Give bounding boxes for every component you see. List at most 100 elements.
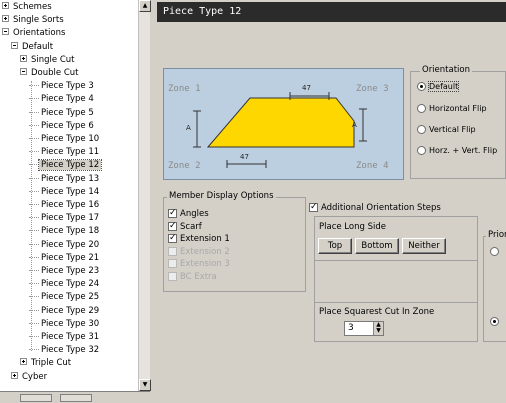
additional-steps-checkbox[interactable]: ✓ Additional Orientation Steps xyxy=(309,202,441,214)
checkbox-icon: ✓ xyxy=(309,202,318,212)
tree-item[interactable]: Piece Type 16 xyxy=(29,200,101,211)
orientation-option[interactable]: Vertical Flip xyxy=(417,124,476,136)
collapse-icon[interactable] xyxy=(20,68,27,75)
tree-item[interactable]: Piece Type 24 xyxy=(29,279,101,290)
scroll-down-icon[interactable]: ▼ xyxy=(139,379,151,391)
tree-item[interactable]: Piece Type 4 xyxy=(29,94,96,105)
priority-radio-1[interactable] xyxy=(490,246,502,258)
tree-item-label: Piece Type 10 xyxy=(41,134,100,144)
tree-item[interactable]: Piece Type 3 xyxy=(29,81,96,92)
top-button[interactable]: Top xyxy=(318,238,352,254)
member-display-legend: Member Display Options xyxy=(167,191,276,201)
radio-icon xyxy=(417,125,426,134)
priority-legend: Priorit xyxy=(486,230,506,240)
tree-tab[interactable] xyxy=(60,394,92,402)
tree-item-label: Piece Type 3 xyxy=(41,81,94,92)
spinner-arrows-icon[interactable]: ▲ ▼ xyxy=(373,322,383,335)
tree-view[interactable]: Schemes Single Sorts Orientations Default Si… xyxy=(0,0,150,391)
tree-item[interactable]: Piece Type 10 xyxy=(29,134,101,145)
expand-icon[interactable] xyxy=(2,15,9,23)
radio-icon xyxy=(490,247,499,256)
tree-scrollbar[interactable]: ▲ ▼ xyxy=(138,0,151,391)
expand-icon[interactable] xyxy=(11,371,18,379)
tree-item-label: Piece Type 6 xyxy=(41,120,94,131)
tree-item[interactable]: Piece Type 17 xyxy=(29,213,101,224)
tree-item[interactable]: Double Cut xyxy=(20,68,80,79)
tree-item-label: Orientations xyxy=(13,28,66,39)
tree-item-label: Piece Type 11 xyxy=(41,147,100,158)
tree-item-label: Single Sorts xyxy=(13,15,64,26)
tree-item[interactable]: Piece Type 18 xyxy=(29,226,101,237)
orientation-option-label: Horz. + Vert. Flip xyxy=(429,146,498,155)
tree-item[interactable]: Piece Type 12 xyxy=(29,159,103,172)
orientation-option-label: Default xyxy=(427,81,460,92)
tree-item[interactable]: Piece Type 25 xyxy=(29,292,101,303)
tree-item[interactable]: Piece Type 13 xyxy=(29,174,101,185)
tree-item[interactable]: Single Cut xyxy=(20,54,77,66)
member-display-option[interactable]: ✓ Extension 1 xyxy=(168,233,230,245)
member-display-option[interactable]: ✓ Scarf xyxy=(168,221,202,233)
tree-item[interactable]: Piece Type 31 xyxy=(29,332,101,343)
orientation-option[interactable]: Horizontal Flip xyxy=(417,103,487,115)
expand-icon[interactable] xyxy=(20,54,27,62)
tree-item[interactable]: Cyber xyxy=(11,371,49,383)
tree-item[interactable]: Triple Cut xyxy=(20,358,73,369)
piece-diagram xyxy=(193,92,367,168)
member-display-option: Extension 2 xyxy=(168,246,230,258)
tree-item-label: Piece Type 20 xyxy=(41,239,100,250)
tree-item[interactable]: Orientations xyxy=(2,28,67,39)
expand-icon[interactable] xyxy=(2,2,9,9)
piece-shape xyxy=(206,97,355,148)
tree-item-label: Piece Type 32 xyxy=(41,345,100,356)
member-display-option-label: Angles xyxy=(180,209,209,219)
checkbox-icon: ✓ xyxy=(168,220,177,231)
zone-spinner[interactable]: 3 ▲ ▼ xyxy=(344,321,384,336)
orientation-option[interactable]: Horz. + Vert. Flip xyxy=(417,145,497,157)
tree-item[interactable]: Piece Type 20 xyxy=(29,240,101,251)
divider xyxy=(315,302,477,303)
tree-item[interactable]: Piece Type 29 xyxy=(29,306,101,317)
tree-tab[interactable] xyxy=(20,394,52,402)
tree-item-label: Triple Cut xyxy=(31,358,72,369)
tree-item-label: Piece Type 18 xyxy=(41,226,100,237)
tree-item[interactable]: Piece Type 5 xyxy=(29,108,96,119)
right-dimension-label: A xyxy=(352,121,357,129)
tree-item-label: Piece Type 25 xyxy=(41,292,100,303)
priority-radio-2[interactable] xyxy=(490,316,502,328)
tree-item[interactable]: Piece Type 11 xyxy=(29,147,101,158)
tree-item[interactable]: Piece Type 32 xyxy=(29,345,101,356)
page-title: Piece Type 12 xyxy=(157,2,506,22)
tree-item-label: Piece Type 5 xyxy=(41,107,94,118)
orientation-option-label: Horizontal Flip xyxy=(429,104,487,113)
member-display-option-label: Scarf xyxy=(180,221,202,232)
tree-item-label: Piece Type 30 xyxy=(41,318,100,329)
bottom-dimension-label: 47 xyxy=(240,153,249,161)
tree-item[interactable]: Piece Type 6 xyxy=(29,121,96,132)
tree-item[interactable]: Piece Type 30 xyxy=(29,319,101,330)
member-display-option-label: BC Extra xyxy=(180,271,217,282)
tree-item[interactable]: Default xyxy=(11,41,55,53)
expand-icon[interactable] xyxy=(20,358,27,366)
additional-steps-group xyxy=(314,216,478,342)
tree-item-label: Double Cut xyxy=(31,68,79,78)
bottom-button[interactable]: Bottom xyxy=(355,238,399,254)
orientation-option-label: Vertical Flip xyxy=(429,125,476,134)
tree-item-label: Piece Type 21 xyxy=(41,252,100,263)
tree-item[interactable]: Single Sorts xyxy=(2,15,66,26)
scroll-up-icon[interactable]: ▲ xyxy=(139,0,151,12)
tree-item-label: Single Cut xyxy=(31,54,75,65)
tree-item[interactable]: Piece Type 21 xyxy=(29,253,101,264)
checkbox-icon xyxy=(168,271,177,281)
top-dimension-label: 47 xyxy=(302,84,311,92)
orientation-option[interactable]: Default xyxy=(417,81,460,93)
member-display-option-label: Extension 3 xyxy=(180,259,230,269)
neither-button[interactable]: Neither xyxy=(402,238,446,254)
collapse-icon[interactable] xyxy=(11,41,18,49)
member-display-option[interactable]: ✓ Angles xyxy=(168,208,209,220)
tree-item[interactable]: Piece Type 14 xyxy=(29,187,101,198)
collapse-icon[interactable] xyxy=(2,28,9,36)
tree-item[interactable]: Schemes xyxy=(2,2,54,13)
radio-icon xyxy=(417,146,426,155)
tree-item[interactable]: Piece Type 23 xyxy=(29,266,101,277)
tree-item-label: Piece Type 16 xyxy=(41,200,100,210)
